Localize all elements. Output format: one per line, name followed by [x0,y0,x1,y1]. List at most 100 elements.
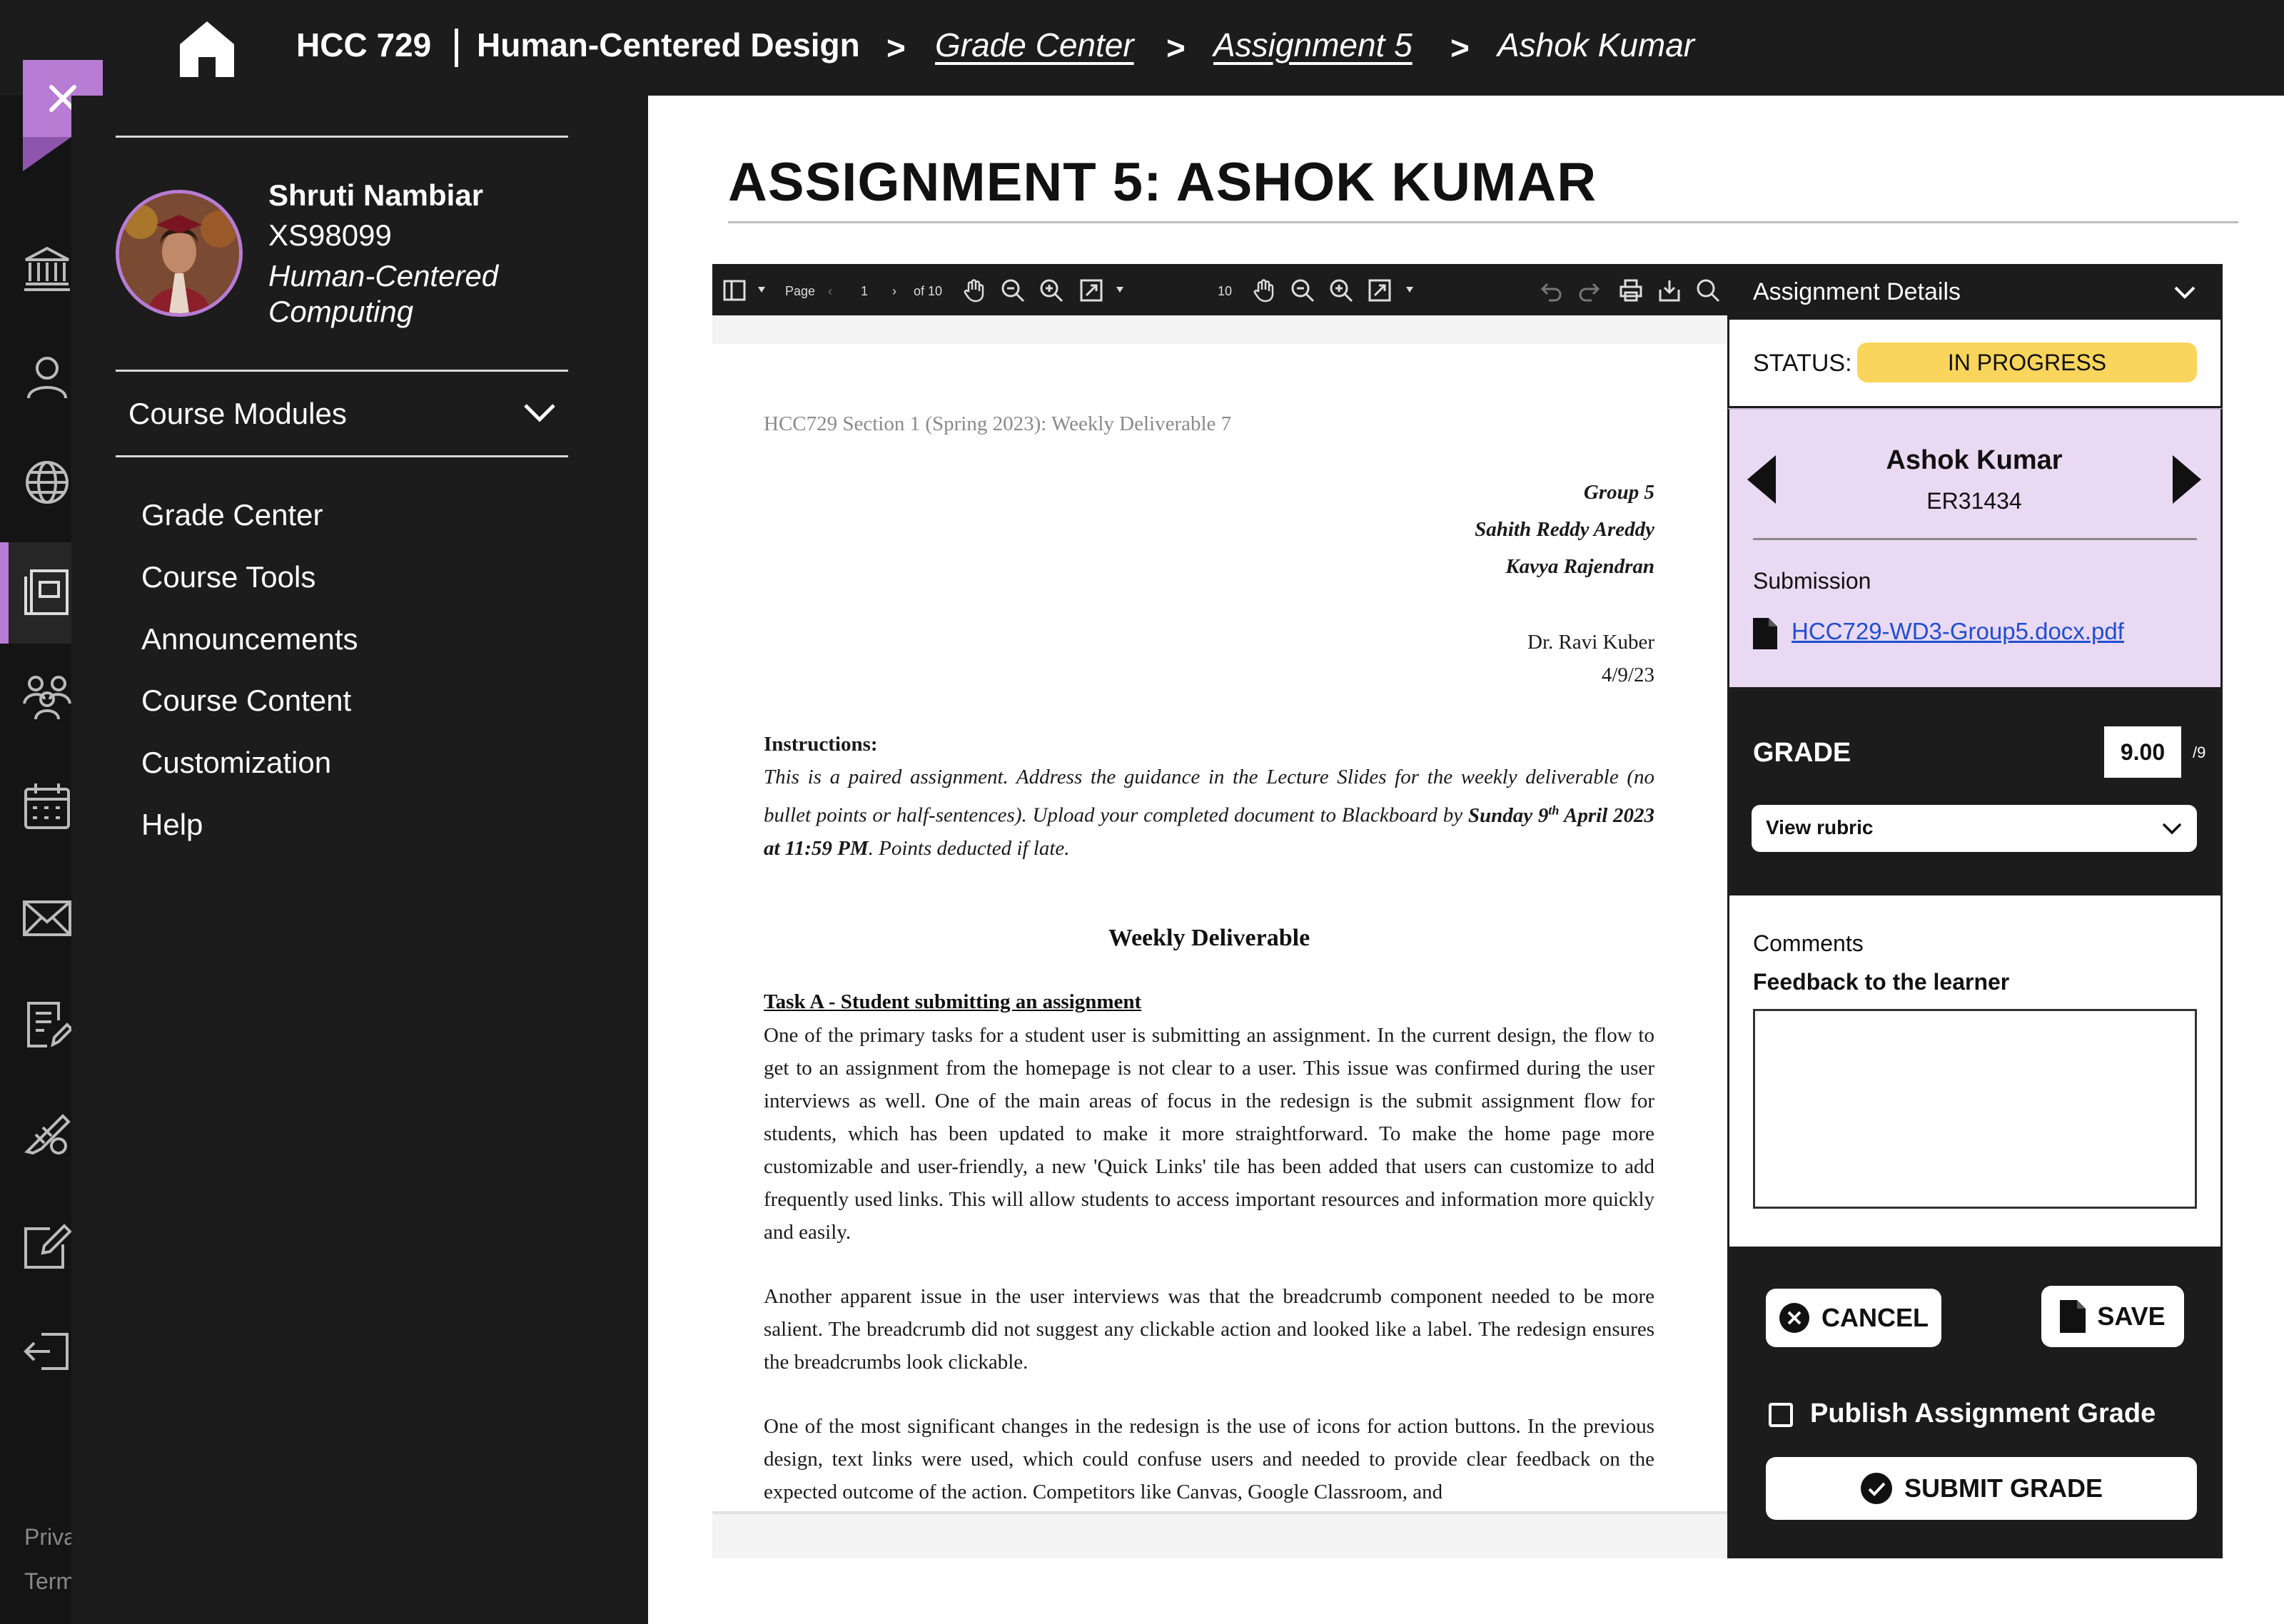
courses-icon[interactable] [21,567,73,618]
document-member: Sahith Reddy Areddy [1475,518,1654,541]
groups-icon[interactable] [21,671,73,722]
breadcrumb-divider [455,29,458,67]
chevron-down-icon[interactable] [2173,284,2197,301]
submit-grade-label: SUBMIT GRADE [1904,1473,2103,1503]
zoom-out-icon[interactable] [1290,278,1315,303]
publish-grade-label[interactable]: Publish Assignment Grade [1810,1399,2156,1429]
page-number-input[interactable]: 1 [861,284,868,299]
edit-icon[interactable] [21,1220,73,1272]
instructions-label: Instructions: [764,733,878,756]
next-student-icon[interactable] [2173,455,2201,504]
student-name: Ashok Kumar [1886,445,2063,475]
cancel-button[interactable]: CANCEL [1766,1289,1941,1347]
privacy-link[interactable]: Priva [24,1524,76,1551]
breadcrumb-course-name[interactable]: Human-Centered Design [477,26,860,64]
institution-icon[interactable] [21,243,73,294]
feedback-textarea[interactable] [1753,1009,2197,1209]
zoom-in-icon[interactable] [1039,278,1063,303]
due-date-part: Sunday 9 [1467,803,1549,827]
sidebar-toggle-icon[interactable] [722,278,747,303]
avatar [116,190,243,317]
document-heading: Weekly Deliverable [1108,925,1310,951]
grade-section [1727,689,2223,893]
chevron-down-icon[interactable] [521,400,558,425]
sidebar-item-course-content[interactable]: Course Content [141,684,351,718]
profile-icon[interactable] [21,351,73,402]
close-tab-fold [23,137,71,171]
instructions-block: Instructions: This is a paired assignmen… [764,728,1654,865]
zoom-in-icon[interactable] [1329,278,1353,303]
body-paragraph: One of the primary tasks for a student u… [764,1024,1654,1244]
caret-down-icon[interactable] [1116,287,1123,293]
mail-icon[interactable] [21,892,73,943]
document-date: 4/9/23 [1601,664,1654,686]
sidebar-item-grade-center[interactable]: Grade Center [141,498,323,532]
document-group: Group 5 [1583,481,1654,504]
chevron-down-icon[interactable] [2161,821,2183,836]
save-button[interactable]: SAVE [2041,1286,2184,1347]
breadcrumb-separator: > [1166,29,1186,66]
calendar-icon[interactable] [21,781,73,832]
redo-icon[interactable] [1577,278,1602,303]
breadcrumb-assignment[interactable]: Assignment 5 [1213,26,1413,64]
prev-page-icon[interactable]: ‹ [828,284,832,299]
course-modules-toggle[interactable]: Course Modules [128,397,347,431]
sidebar-item-customization[interactable]: Customization [141,746,331,780]
file-icon [1753,618,1777,649]
home-icon[interactable] [174,16,240,81]
submission-file-link[interactable]: HCC729-WD3-Group5.docx.pdf [1792,618,2124,645]
caret-down-icon[interactable] [758,287,765,293]
submit-grade-button[interactable]: SUBMIT GRADE [1766,1457,2197,1520]
check-circle-icon [1861,1473,1892,1504]
rubric-select-label: View rubric [1766,816,1874,838]
download-icon[interactable] [1657,278,1682,303]
title-divider [728,221,2238,223]
previous-student-icon[interactable] [1747,455,1776,504]
breadcrumb-separator: > [1450,29,1470,66]
divider [116,455,568,457]
search-icon[interactable] [1696,278,1720,303]
grade-input[interactable] [2104,726,2181,778]
sidebar-item-help[interactable]: Help [141,808,203,842]
hand-tool-icon[interactable] [962,278,986,303]
undo-icon[interactable] [1539,278,1563,303]
status-label: STATUS: [1753,350,1852,377]
due-date-suffix: th [1548,803,1560,817]
submission-label: Submission [1753,568,1871,594]
document-member: Kavya Rajendran [1505,555,1654,578]
user-name: Shruti Nambiar [268,178,484,212]
user-program: Human-Centered Computing [268,259,499,328]
hand-tool-icon[interactable] [1252,278,1276,303]
page-label: Page [785,284,816,298]
notes-icon[interactable] [21,999,73,1050]
globe-icon[interactable] [21,457,73,508]
print-icon[interactable] [1619,278,1643,303]
fit-page-icon[interactable] [1079,278,1103,303]
body-paragraph: Another apparent issue in the user inter… [764,1285,1654,1374]
logout-icon[interactable] [21,1326,73,1377]
cancel-button-label: CANCEL [1821,1303,1929,1332]
fit-page-icon[interactable] [1368,278,1392,303]
next-page-icon[interactable]: › [892,284,896,299]
grade-label: GRADE [1753,738,1851,768]
status-badge: IN PROGRESS [1857,342,2197,382]
document-header: HCC729 Section 1 (Spring 2023): Weekly D… [764,412,1232,435]
tools-icon[interactable] [21,1106,73,1157]
publish-grade-checkbox[interactable] [1769,1403,1793,1427]
caret-down-icon[interactable] [1406,287,1413,293]
sidebar-item-announcements[interactable]: Announcements [141,622,358,656]
sidebar-item-course-tools[interactable]: Course Tools [141,560,315,594]
divider [1753,538,2197,540]
rail-active-indicator [0,542,9,644]
terms-link[interactable]: Term [24,1568,75,1595]
instructions-text: This is a paired assignment. Address the… [764,761,1654,865]
pdf-page-edge [712,1511,1727,1514]
breadcrumb-grade-center[interactable]: Grade Center [935,26,1134,64]
breadcrumb-course-code[interactable]: HCC 729 [296,26,431,64]
feedback-label: Feedback to the learner [1753,969,2010,995]
user-id: XS98099 [268,218,392,252]
zoom-value[interactable]: 10 [1218,284,1232,299]
zoom-out-icon[interactable] [1001,278,1025,303]
divider [116,136,568,138]
file-icon [2060,1300,2086,1333]
